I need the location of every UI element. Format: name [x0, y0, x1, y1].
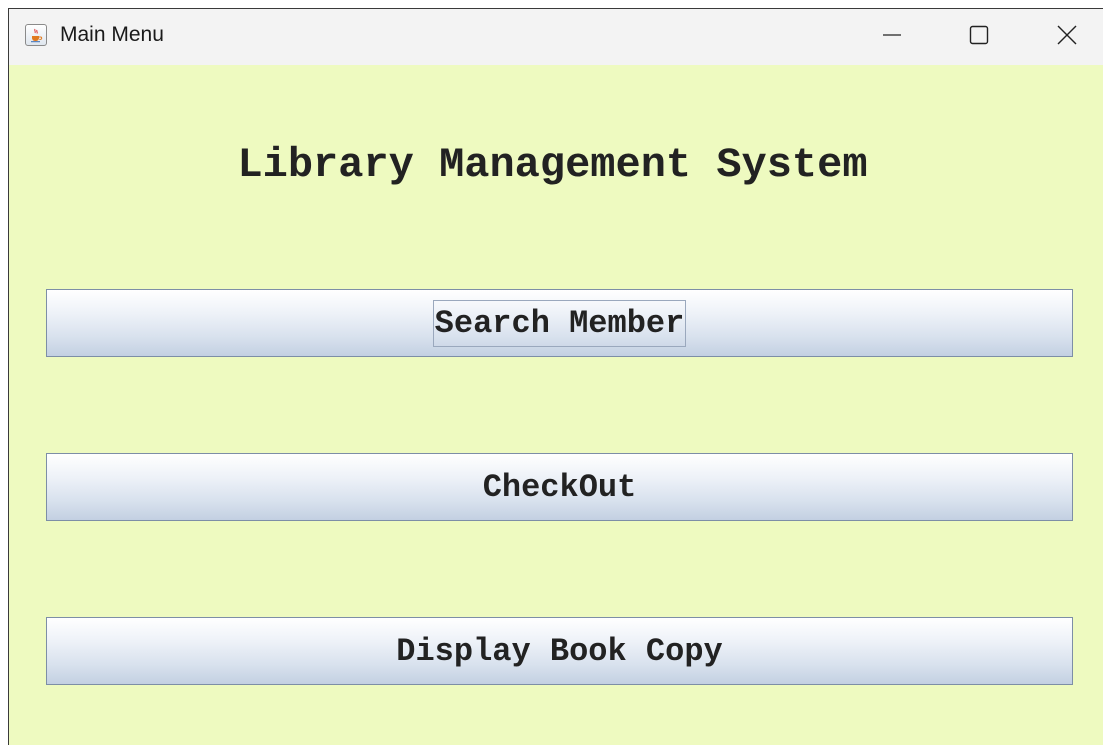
- checkout-button[interactable]: CheckOut: [46, 453, 1073, 521]
- maximize-icon: [969, 25, 989, 50]
- display-book-copy-button[interactable]: Display Book Copy: [46, 617, 1073, 685]
- window-title: Main Menu: [60, 23, 164, 46]
- search-member-button[interactable]: Search Member: [46, 289, 1073, 357]
- close-icon: [1056, 24, 1078, 51]
- minimize-icon: [882, 25, 902, 50]
- java-coffee-cup-icon: [25, 24, 47, 46]
- search-member-label: Search Member: [432, 299, 687, 347]
- main-menu-window: Main Menu Library Management System Sear…: [8, 8, 1103, 745]
- minimize-button[interactable]: [857, 9, 927, 65]
- close-button[interactable]: [1032, 9, 1102, 65]
- display-book-copy-label: Display Book Copy: [396, 632, 723, 670]
- page-title: Library Management System: [237, 141, 868, 189]
- title-bar[interactable]: Main Menu: [9, 9, 1103, 65]
- checkout-label: CheckOut: [482, 468, 637, 506]
- maximize-button[interactable]: [944, 9, 1014, 65]
